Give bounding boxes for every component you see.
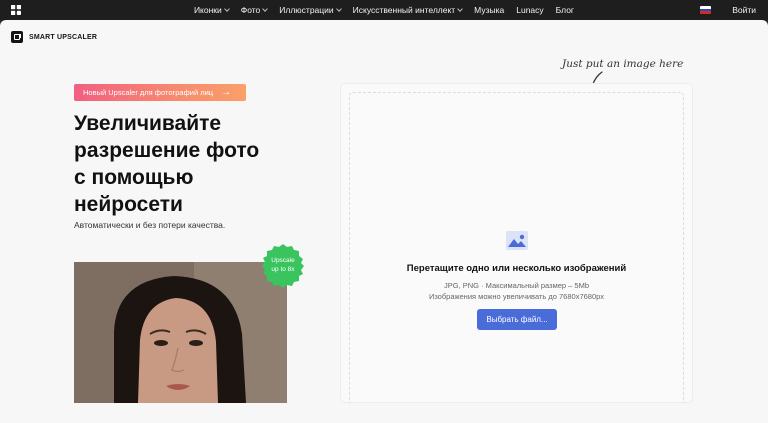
choose-file-button[interactable]: Выбрать файл... (477, 309, 557, 330)
formats-text: JPG, PNG · Максимальный размер – 5Mb (443, 281, 590, 290)
subtitle: Автоматически и без потери качества. (74, 220, 226, 230)
nav-item-icons[interactable]: Иконки (193, 5, 230, 15)
nav-item-label: Искусственный интеллект (352, 5, 456, 15)
max-resolution-text: Изображения можно увеличивать до 7680x76… (428, 292, 605, 301)
ru-flag-icon[interactable] (700, 6, 711, 14)
nav-item-lunacy[interactable]: Lunacy (516, 5, 543, 15)
brand-name: SMART UPSCALER (29, 33, 98, 41)
page-title: Увеличивайте разрешение фото с помощью н… (74, 110, 334, 218)
sample-portrait-image (74, 262, 287, 403)
badge-line: up to 8x (271, 266, 295, 273)
arrow-right-icon: → (221, 86, 232, 98)
nav-item-label: Lunacy (516, 5, 544, 15)
nav-item-label: Фото (240, 5, 261, 15)
nav-item-label: Блог (555, 5, 575, 15)
image-placeholder-icon (506, 231, 528, 250)
headline-line: Увеличивайте (74, 112, 222, 135)
nav-item-label: Музыка (474, 5, 505, 15)
brand[interactable]: SMART UPSCALER (11, 31, 97, 43)
headline-line: нейросети (74, 193, 183, 216)
badge-line: Upscale (271, 257, 295, 264)
nav-item-label: Иллюстрации (279, 5, 334, 15)
dropzone-title: Перетащите одно или несколько изображени… (406, 263, 627, 274)
upload-hint: Just put an image here (562, 58, 684, 70)
nav-item-music[interactable]: Музыка (474, 5, 504, 15)
dropzone-info: JPG, PNG · Максимальный размер – 5Mb Изо… (340, 280, 693, 302)
headline-line: с помощью (74, 166, 194, 189)
nav-item-label: Иконки (193, 5, 222, 15)
promo-banner[interactable]: Новый Upscaler для фотографий лиц → (74, 84, 246, 101)
upscale-badge-text: Upscale up to 8x (261, 256, 305, 274)
chevron-down-icon (262, 5, 269, 12)
headline-line: разрешение фото (74, 139, 260, 162)
nav-item-ai[interactable]: Искусственный интеллект (352, 5, 464, 15)
login-link[interactable]: Войти (732, 5, 756, 15)
top-nav: Иконки Фото Иллюстрации Искусственный ин… (0, 0, 768, 20)
upscaler-logo-icon (11, 31, 23, 43)
nav-item-illustrations[interactable]: Иллюстрации (279, 5, 342, 15)
nav-links: Иконки Фото Иллюстрации Искусственный ин… (0, 0, 768, 20)
chevron-down-icon (223, 5, 230, 12)
chevron-down-icon (457, 5, 464, 12)
nav-item-blog[interactable]: Блог (556, 5, 574, 15)
nav-item-photo[interactable]: Фото (240, 5, 269, 15)
chevron-down-icon (335, 5, 342, 12)
promo-label: Новый Upscaler для фотографий лиц (83, 88, 214, 97)
